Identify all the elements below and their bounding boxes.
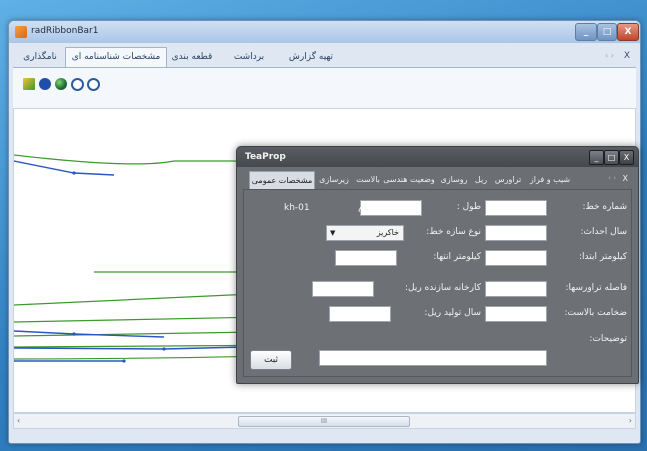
sleeper-spacing-label: فاصله تراورسها: xyxy=(565,283,627,293)
dialog-minimize-button[interactable]: _ xyxy=(589,150,604,165)
tab-rail[interactable]: ریل xyxy=(473,173,489,187)
sleeper-spacing-input[interactable] xyxy=(485,281,547,297)
km-end-input[interactable] xyxy=(335,250,397,266)
tab-general[interactable]: مشخصات عمومی xyxy=(249,171,315,190)
globe-icon[interactable] xyxy=(55,78,67,90)
dialog-tab-scroll[interactable]: ‹ › xyxy=(608,174,616,182)
tab-grade[interactable]: شیب و فراز xyxy=(527,173,573,187)
km-end-label: کیلومتر انتها: xyxy=(433,252,481,262)
tab-ballast[interactable]: بالاست xyxy=(355,173,381,187)
name-value: kh-01 xyxy=(284,203,310,213)
length-label: طول : xyxy=(456,202,481,212)
notes-label: توضیحات: xyxy=(589,334,627,344)
teaprop-dialog: TeaProp _ □ X مشخصات عمومی زیرسازی بالاس… xyxy=(236,146,639,384)
window-title: radRibbonBar1 xyxy=(31,26,99,36)
toolbar xyxy=(13,68,636,108)
tab-naming[interactable]: نامگذاری xyxy=(17,49,63,65)
line-structure-select[interactable]: خاکریز ▼ xyxy=(326,225,404,241)
dialog-tab-bar: مشخصات عمومی زیرسازی بالاست وضعیت هندسی … xyxy=(243,171,632,190)
tab-scroll-arrows[interactable]: ‹ › xyxy=(605,51,614,60)
build-year-label: سال احداث: xyxy=(580,227,627,237)
dialog-close-button[interactable]: X xyxy=(619,150,634,165)
dialog-title: TeaProp xyxy=(245,152,286,162)
tab-report[interactable]: تهیه گزارش xyxy=(281,49,341,65)
main-title-bar[interactable]: radRibbonBar1 _ □ X xyxy=(9,21,640,43)
tab-geometry[interactable]: وضعیت هندسی xyxy=(383,173,435,187)
chevron-down-icon: ▼ xyxy=(330,229,336,237)
track-node xyxy=(72,171,76,175)
dialog-title-bar[interactable]: TeaProp _ □ X xyxy=(237,147,638,167)
rail-year-input[interactable] xyxy=(329,306,391,322)
build-year-input[interactable] xyxy=(485,225,547,241)
save-button[interactable]: ثبت xyxy=(250,350,292,370)
ballast-thickness-input[interactable] xyxy=(485,306,547,322)
rail-factory-label: کارخانه سازنده ریل: xyxy=(404,283,481,293)
name-label: نام xyxy=(358,203,369,213)
scroll-thumb[interactable]: III xyxy=(238,416,410,427)
scroll-right-icon[interactable]: › xyxy=(629,416,632,425)
ballast-thickness-label: ضخامت بالاست: xyxy=(564,308,627,318)
general-properties-panel: شماره خط: سال احداث: کیلومتر ابتدا: فاصل… xyxy=(243,189,632,377)
km-start-input[interactable] xyxy=(485,250,547,266)
dialog-maximize-button[interactable]: □ xyxy=(604,150,619,165)
line-structure-label: نوع سازه خط: xyxy=(426,227,481,237)
line-number-label: شماره خط: xyxy=(582,202,627,212)
tab-segmentation[interactable]: قطعه بندی xyxy=(167,49,217,65)
km-start-label: کیلومتر ابتدا: xyxy=(579,252,627,262)
zoom-out-icon[interactable] xyxy=(87,78,100,91)
tab-subgrade[interactable]: زیرسازی xyxy=(315,173,353,187)
track-node xyxy=(122,359,126,363)
zoom-in-icon[interactable] xyxy=(71,78,84,91)
tab-sleeper[interactable]: تراورس xyxy=(491,173,525,187)
app-icon xyxy=(15,26,27,38)
minimize-button[interactable]: _ xyxy=(575,23,597,41)
tab-profile-specs[interactable]: مشخصات شناسنامه ای xyxy=(65,47,167,67)
rail-factory-input[interactable] xyxy=(312,281,374,297)
info-icon[interactable] xyxy=(39,78,51,90)
rail-year-label: سال تولید ریل: xyxy=(424,308,481,318)
line-number-input[interactable] xyxy=(485,200,547,216)
horizontal-scrollbar[interactable]: ‹ III › xyxy=(13,413,636,429)
tab-close-icon[interactable]: X xyxy=(624,51,630,61)
close-button[interactable]: X xyxy=(617,23,639,41)
track-node xyxy=(162,347,166,351)
ribbon-tab-bar: نامگذاری مشخصات شناسنامه ای قطعه بندی بر… xyxy=(13,47,636,78)
scroll-left-icon[interactable]: ‹ xyxy=(17,416,20,425)
tab-status-survey[interactable]: برداشت وضعیت xyxy=(219,49,279,78)
length-input[interactable] xyxy=(360,200,422,216)
map-select-icon[interactable] xyxy=(23,78,35,90)
tab-superstructure[interactable]: روسازی xyxy=(437,173,471,187)
notes-input[interactable] xyxy=(319,350,547,366)
track-node xyxy=(72,332,76,336)
dialog-tab-close-icon[interactable]: X xyxy=(623,174,628,183)
line-structure-value: خاکریز xyxy=(376,228,399,237)
maximize-button[interactable]: □ xyxy=(597,23,617,41)
